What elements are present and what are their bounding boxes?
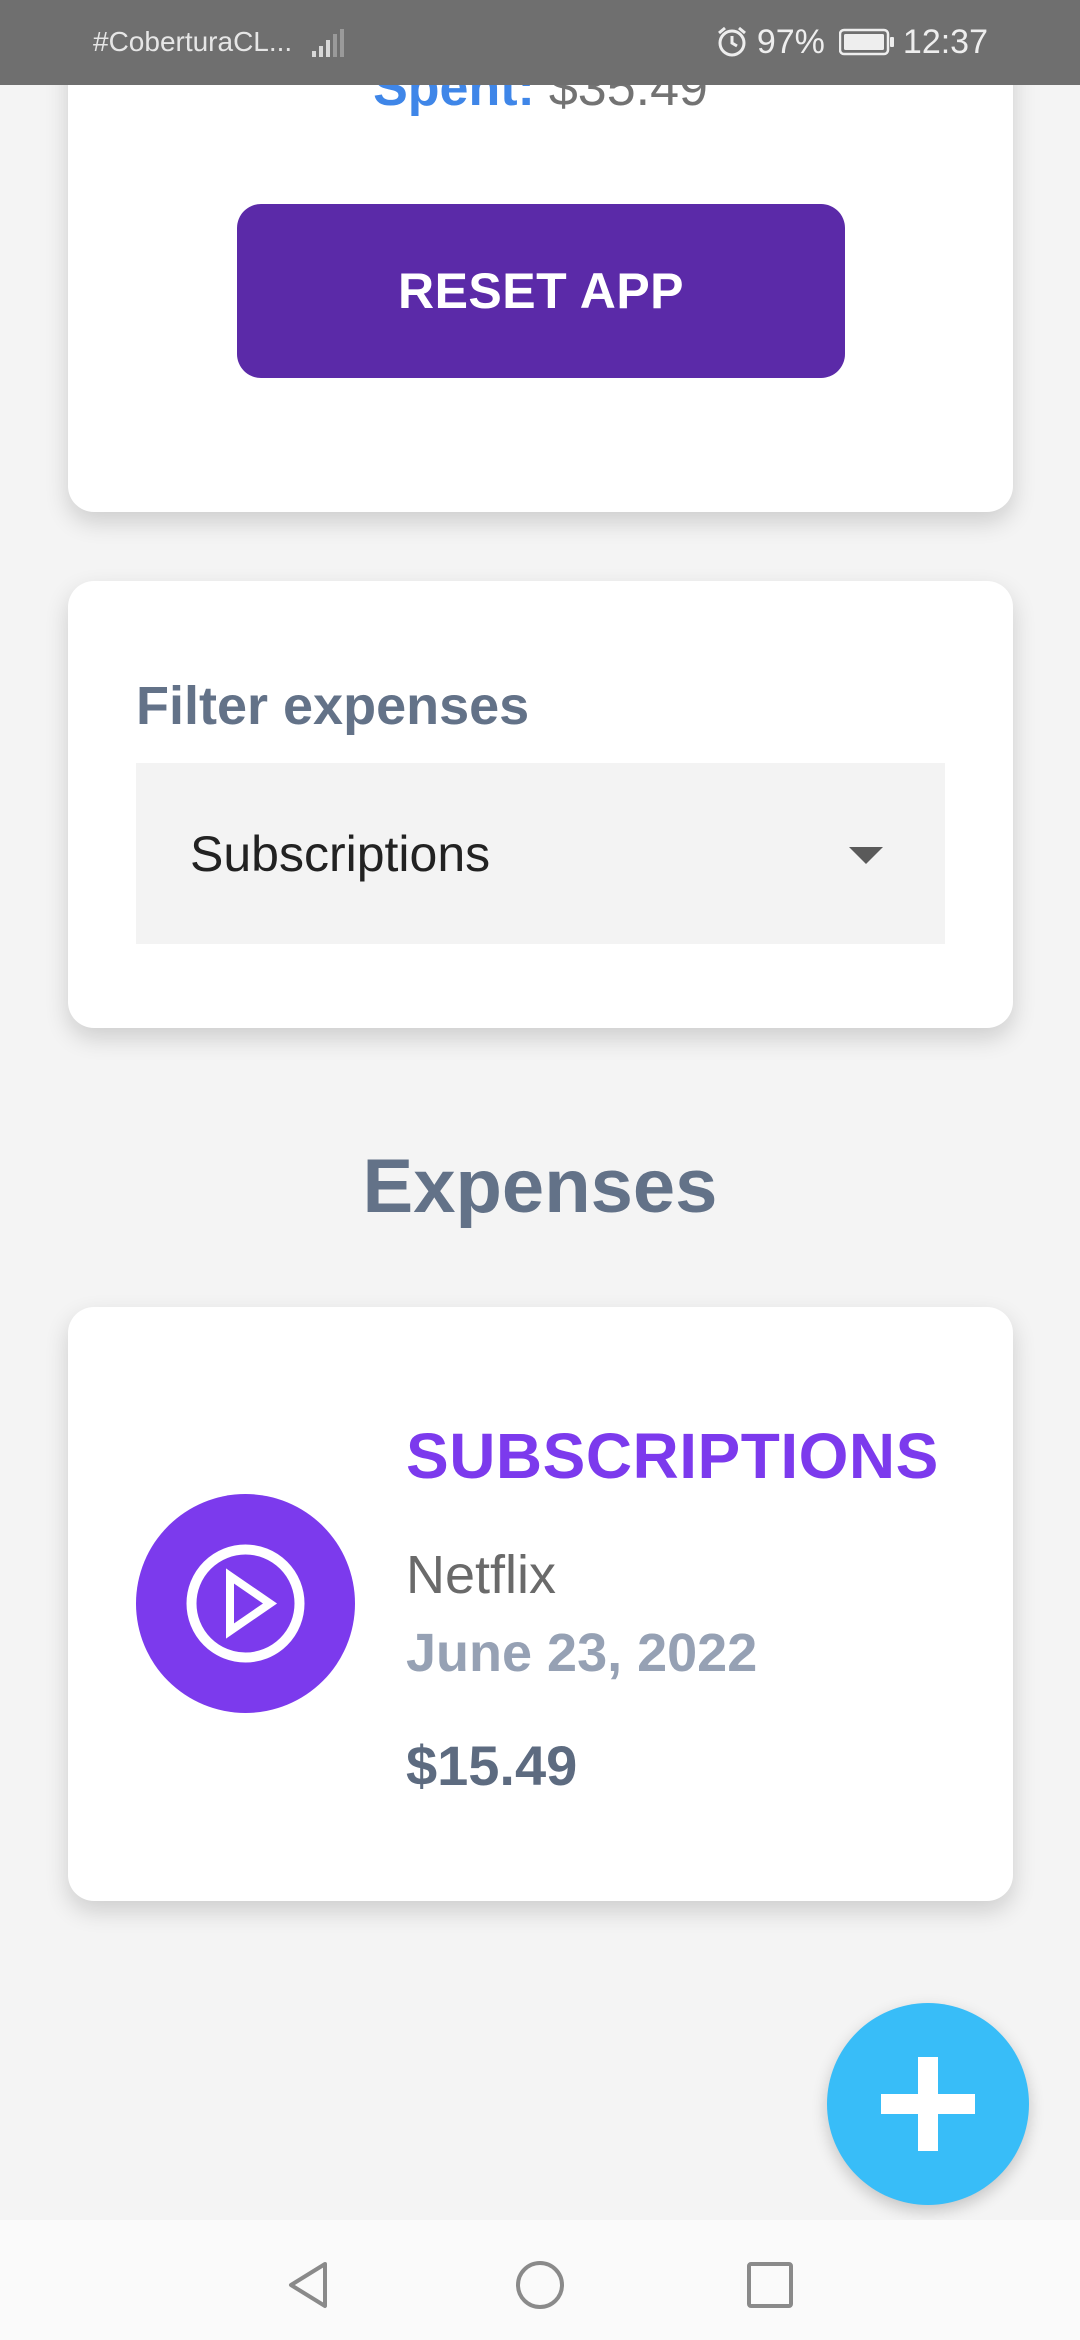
play-circle-icon xyxy=(136,1494,355,1713)
signal-icon xyxy=(312,29,344,57)
expense-card[interactable]: SUBSCRIPTIONS Netflix June 23, 2022 $15.… xyxy=(68,1307,1013,1901)
filter-selected-value: Subscriptions xyxy=(190,826,491,882)
navigation-bar xyxy=(0,2220,1080,2340)
filter-card: Filter expenses Subscriptions xyxy=(68,581,1013,1028)
carrier-label: #CoberturaCL... xyxy=(93,26,293,57)
recents-icon[interactable] xyxy=(745,2260,795,2310)
status-right: 97% 12:37 xyxy=(715,20,988,64)
back-icon[interactable] xyxy=(283,2260,333,2310)
filter-title: Filter expenses xyxy=(136,676,530,736)
battery-percent: 97% xyxy=(756,22,825,61)
dropdown-arrow-icon xyxy=(849,847,883,864)
clock: 12:37 xyxy=(902,22,988,61)
home-icon[interactable] xyxy=(515,2260,565,2310)
add-expense-button[interactable] xyxy=(827,2003,1029,2205)
status-bar: #CoberturaCL... 97% 12:37 xyxy=(0,0,1080,85)
battery-icon xyxy=(838,28,894,56)
reset-app-button[interactable]: RESET APP xyxy=(237,204,845,378)
expense-date: June 23, 2022 xyxy=(406,1623,758,1683)
plus-icon xyxy=(881,2057,975,2151)
expenses-heading: Expenses xyxy=(362,1144,718,1229)
alarm-icon xyxy=(717,26,746,57)
expense-name: Netflix xyxy=(406,1545,557,1605)
expense-amount: $15.49 xyxy=(406,1734,578,1797)
expense-category: SUBSCRIPTIONS xyxy=(406,1420,939,1492)
filter-dropdown[interactable]: Subscriptions xyxy=(136,763,945,944)
